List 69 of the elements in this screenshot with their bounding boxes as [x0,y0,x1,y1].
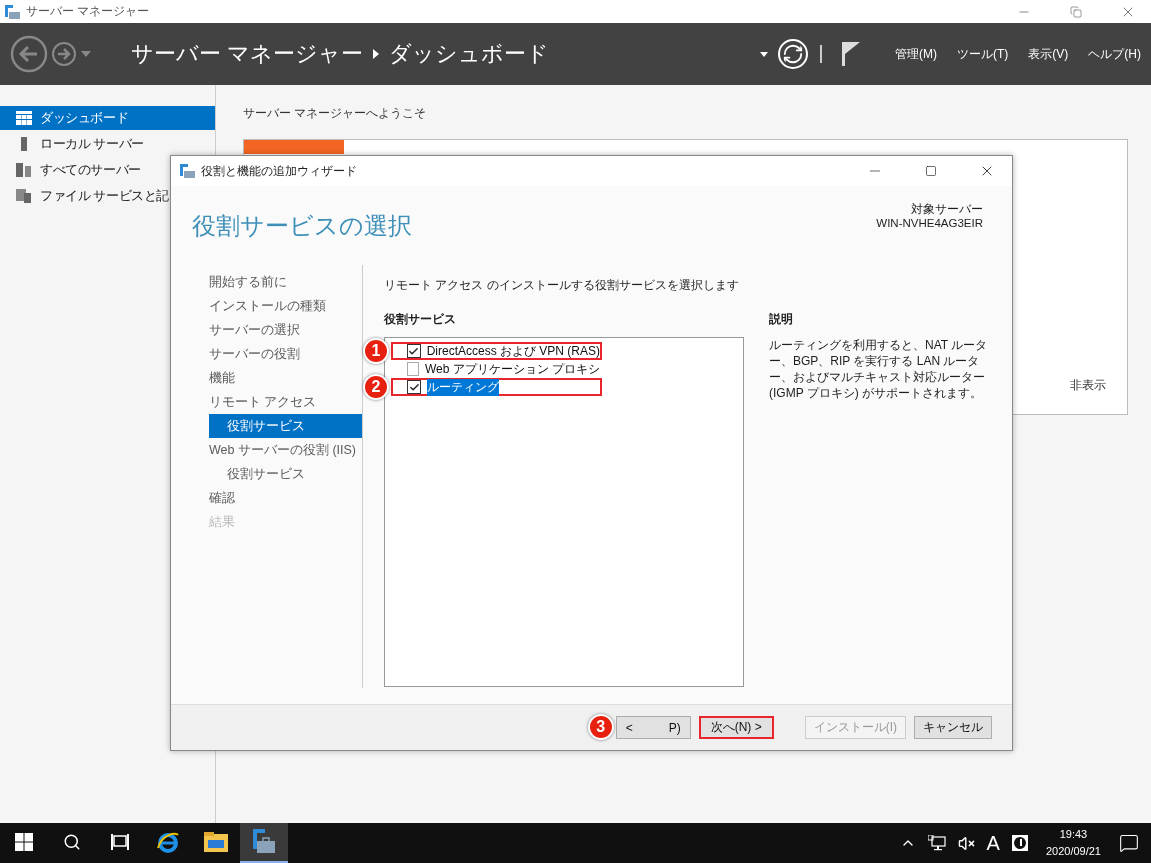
wizard-step[interactable]: リモート アクセス [209,390,362,414]
wizard-step[interactable]: 機能 [209,366,362,390]
breadcrumb[interactable]: ダッシュボード [389,39,550,69]
flag-icon[interactable] [842,42,860,66]
welcome-title: サーバー マネージャーへようこそ [243,105,428,122]
step-badge: 2 [363,374,389,400]
quick-start-tab[interactable] [244,140,344,154]
page-title: 役割サービスの選択 [192,210,412,241]
wizard-step[interactable]: 役割サービス [209,462,362,486]
step-badge: 1 [363,338,389,364]
sidebar-item[interactable]: ファイル サービスと記 [0,184,215,208]
task-view-icon[interactable] [111,834,129,850]
back-button[interactable]: < P) [615,716,691,739]
wizard-step[interactable]: 役割サービス [209,414,362,438]
network-icon[interactable] [927,835,946,851]
forward-icon[interactable] [51,41,77,67]
description-text: ルーティングを利用すると、NAT ルーター、BGP、RIP を実行する LAN ルーター、およびマルチキャスト対応ルーター (IGMP プロキシ) がサポートされます。 [769,337,989,401]
menu-item[interactable]: 表示(V) [1028,45,1069,63]
folder-icon[interactable] [204,832,228,852]
instruction-text: リモート アクセス のインストールする役割サービスを選択します [384,277,740,294]
windows-logo-icon[interactable] [15,833,33,851]
separator-icon [820,45,822,63]
app-icon [4,4,20,19]
service-label[interactable]: ルーティング [427,378,499,396]
ime-indicator[interactable]: A [986,831,1000,855]
sidebar-item[interactable]: ダッシュボード [0,106,215,130]
browser-icon[interactable] [156,830,180,854]
wizard-step[interactable]: Web サーバーの役割 (IIS) [209,438,362,462]
ime-mode-icon[interactable] [1011,835,1028,851]
wizard-step[interactable]: サーバーの役割 [209,342,362,366]
target-server-name: WIN-NVHE4AG3EIR [876,215,983,230]
next-button[interactable]: 次へ(N) > [698,716,774,739]
wizard-step[interactable]: 開始する前に [209,270,362,294]
wizard-step[interactable]: インストールの種類 [209,294,362,318]
wizard-icon [179,164,195,178]
description-heading: 説明 [769,311,794,328]
dashboard-icon [16,111,32,125]
back-icon[interactable] [10,35,48,73]
window-title: サーバー マネージャー [26,3,151,20]
notification-icon[interactable] [1119,833,1139,853]
menu-item[interactable]: 管理(M) [895,45,937,63]
taskbar-app[interactable] [240,823,288,863]
target-server-label: 対象サーバー [911,201,983,216]
file-storage-icon [16,189,32,203]
step-badge: 3 [587,714,614,740]
wizard-step[interactable]: 確認 [209,486,362,510]
servers-icon [16,163,32,177]
wizard-step[interactable]: サーバーの選択 [209,318,362,342]
clock[interactable]: 19:43 2020/09/21 [1045,826,1101,860]
refresh-icon[interactable] [778,39,808,69]
checkbox[interactable] [407,362,419,376]
maximize-icon[interactable] [925,165,937,177]
service-label[interactable]: Web アプリケーション プロキシ [424,360,600,378]
checkbox[interactable] [407,344,421,358]
service-label[interactable]: DirectAccess および VPN (RAS) [426,342,600,360]
sidebar-item[interactable]: ローカル サーバー [0,132,215,156]
menu-item[interactable]: ツール(T) [957,45,1009,63]
services-heading: 役割サービス [384,311,457,328]
volume-muted-icon[interactable] [957,834,975,852]
search-icon[interactable] [63,833,81,851]
menu-item[interactable]: ヘルプ(H) [1088,45,1141,63]
checkbox[interactable] [407,380,421,394]
hide-link[interactable]: 非表示 [1070,377,1106,394]
dropdown-icon[interactable] [760,51,768,57]
cancel-button[interactable]: キャンセル [914,716,992,739]
server-manager-icon[interactable] [251,829,277,855]
dialog-title: 役割と機能の追加ウィザード [201,162,358,180]
breadcrumb[interactable]: サーバー マネージャー [131,39,364,69]
breadcrumb-arrow-icon [373,49,380,59]
